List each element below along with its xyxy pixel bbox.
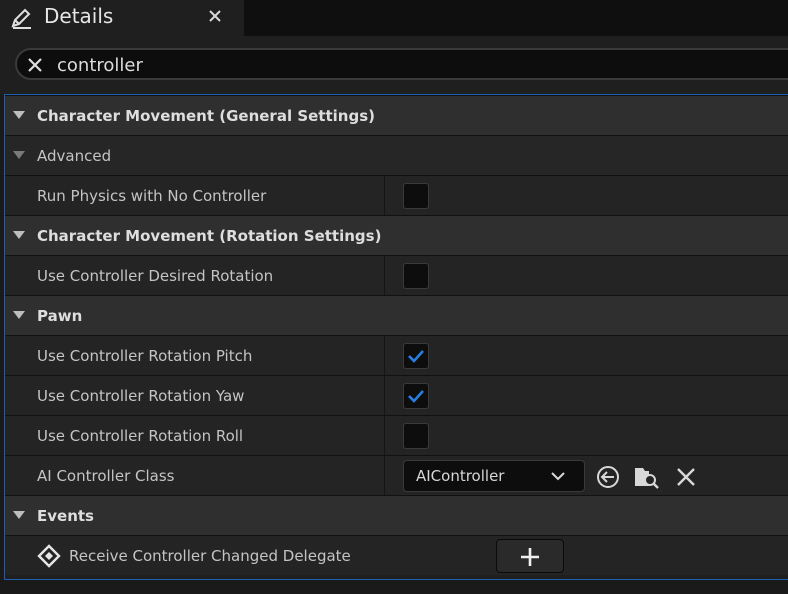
column-divider[interactable] bbox=[384, 336, 385, 376]
add-event-button[interactable] bbox=[496, 539, 564, 573]
desired-rotation-checkbox[interactable] bbox=[403, 263, 429, 289]
details-panel: Character Movement (General Settings) Ad… bbox=[4, 94, 788, 580]
browse-folder-icon[interactable] bbox=[633, 464, 659, 490]
tab-title: Details bbox=[44, 4, 114, 28]
run-physics-checkbox[interactable] bbox=[403, 183, 429, 209]
property-rotation-yaw: Use Controller Rotation Yaw bbox=[5, 375, 788, 416]
column-divider[interactable] bbox=[384, 456, 385, 496]
dropdown-value: AIController bbox=[416, 467, 505, 485]
property-desired-rotation: Use Controller Desired Rotation bbox=[5, 255, 788, 296]
checkmark-icon bbox=[408, 350, 424, 363]
category-title: Events bbox=[37, 507, 94, 525]
tab-strip: Details bbox=[0, 0, 788, 36]
category-title: Character Movement (General Settings) bbox=[37, 107, 375, 125]
category-title: Pawn bbox=[37, 307, 83, 325]
category-events[interactable]: Events bbox=[5, 495, 788, 535]
category-title: Character Movement (Rotation Settings) bbox=[37, 227, 382, 245]
chevron-down-icon bbox=[551, 472, 565, 481]
category-pawn[interactable]: Pawn bbox=[5, 295, 788, 335]
property-ai-controller-class: AI Controller Class AIController bbox=[5, 455, 788, 496]
property-label: Use Controller Desired Rotation bbox=[37, 267, 274, 285]
column-divider[interactable] bbox=[384, 416, 385, 456]
clear-icon[interactable] bbox=[673, 464, 699, 490]
event-label: Receive Controller Changed Delegate bbox=[69, 547, 351, 565]
use-selected-arrow-icon[interactable] bbox=[595, 464, 621, 490]
property-rotation-roll: Use Controller Rotation Roll bbox=[5, 415, 788, 456]
ai-controller-class-dropdown[interactable]: AIController bbox=[403, 460, 585, 492]
property-rotation-pitch: Use Controller Rotation Pitch bbox=[5, 335, 788, 376]
subcategory-advanced[interactable]: Advanced bbox=[5, 135, 788, 175]
rotation-yaw-checkbox[interactable] bbox=[403, 383, 429, 409]
search-input[interactable] bbox=[55, 52, 759, 78]
property-label: Run Physics with No Controller bbox=[37, 187, 267, 205]
rotation-roll-checkbox[interactable] bbox=[403, 423, 429, 449]
plus-icon bbox=[521, 548, 539, 566]
expand-arrow-icon[interactable] bbox=[13, 231, 25, 239]
column-divider[interactable] bbox=[384, 256, 385, 296]
rotation-pitch-checkbox[interactable] bbox=[403, 343, 429, 369]
category-general-settings[interactable]: Character Movement (General Settings) bbox=[5, 95, 788, 135]
property-label: Use Controller Rotation Yaw bbox=[37, 387, 245, 405]
tab-details[interactable]: Details bbox=[0, 0, 244, 36]
property-label: AI Controller Class bbox=[37, 467, 175, 485]
category-rotation-settings[interactable]: Character Movement (Rotation Settings) bbox=[5, 215, 788, 255]
property-label: Use Controller Rotation Roll bbox=[37, 427, 244, 445]
column-divider[interactable] bbox=[384, 176, 385, 216]
pencil-icon bbox=[11, 8, 31, 29]
close-icon[interactable] bbox=[26, 56, 44, 74]
property-label: Use Controller Rotation Pitch bbox=[37, 347, 253, 365]
close-icon[interactable] bbox=[206, 7, 224, 25]
search-box bbox=[15, 48, 788, 80]
search-bar bbox=[0, 36, 788, 94]
checkmark-icon bbox=[408, 390, 424, 403]
event-diamond-icon bbox=[37, 544, 61, 568]
expand-arrow-icon[interactable] bbox=[13, 151, 25, 159]
expand-arrow-icon[interactable] bbox=[13, 511, 25, 519]
expand-arrow-icon[interactable] bbox=[13, 311, 25, 319]
expand-arrow-icon[interactable] bbox=[13, 111, 25, 119]
column-divider[interactable] bbox=[384, 376, 385, 416]
event-receive-controller-changed: Receive Controller Changed Delegate bbox=[5, 535, 788, 575]
subcategory-title: Advanced bbox=[37, 147, 112, 165]
property-run-physics-no-controller: Run Physics with No Controller bbox=[5, 175, 788, 216]
